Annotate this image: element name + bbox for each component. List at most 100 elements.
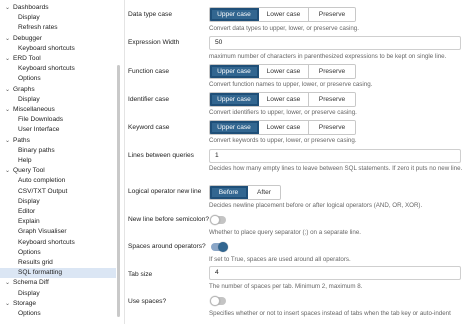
data-type-case-segmented: Upper case Lower case Preserve	[209, 7, 356, 22]
tree-group-debugger[interactable]: ⌄ Debugger	[0, 34, 116, 44]
option-before[interactable]: Before	[210, 186, 248, 199]
tree-item-display[interactable]: Display	[0, 197, 116, 207]
tree-item-options[interactable]: Options	[0, 309, 116, 319]
option-upper-case[interactable]: Upper case	[210, 121, 259, 134]
tree-item-label: Display	[18, 289, 40, 297]
expression-width-label: Expression Width	[128, 39, 180, 46]
tab-size-help: The number of spaces per tab. Minimum 2,…	[209, 283, 363, 290]
option-after[interactable]: After	[248, 186, 280, 199]
option-upper-case[interactable]: Upper case	[210, 65, 259, 78]
tree-item-binary-paths[interactable]: Binary paths	[0, 146, 116, 156]
tree-group-schema-diff[interactable]: ⌄ Schema Diff	[0, 278, 116, 288]
sql-formatting-panel: Data type case Upper case Lower case Prese…	[124, 0, 474, 324]
tree-group-dashboards[interactable]: ⌄ Dashboards	[0, 3, 116, 13]
tree-item-keyboard-shortcuts[interactable]: Keyboard shortcuts	[0, 44, 116, 54]
chevron-down-icon[interactable]: ⌄	[5, 166, 13, 176]
tree-item-label: Help	[18, 157, 32, 164]
tree-item-file-downloads[interactable]: File Downloads	[0, 115, 116, 125]
tree-group-erd-tool[interactable]: ⌄ ERD Tool	[0, 54, 116, 64]
keyword-case-help: Convert keywords to upper, lower, or pre…	[209, 137, 357, 144]
option-upper-case[interactable]: Upper case	[210, 8, 259, 21]
toggle-knob	[210, 296, 220, 306]
chevron-down-icon[interactable]: ⌄	[5, 136, 13, 146]
tree-item-label: Keyboard shortcuts	[18, 238, 75, 246]
spaces-around-operators-help: If set to True, spaces are used around a…	[209, 256, 351, 263]
new-line-before-semicolon-label: New line before semicolon?	[128, 216, 209, 223]
chevron-down-icon[interactable]: ⌄	[5, 85, 13, 95]
tree-item-explain[interactable]: Explain	[0, 217, 116, 227]
tree-item-label: Options	[18, 75, 41, 83]
tree-item-options[interactable]: Options	[0, 74, 116, 84]
tree-item-auto-completion[interactable]: Auto completion	[0, 176, 116, 186]
tree-group-miscellaneous[interactable]: ⌄ Miscellaneous	[0, 105, 116, 115]
data-type-case-label: Data type case	[128, 11, 172, 18]
tree-item-label: Paths	[13, 136, 30, 144]
identifier-case-help: Convert identifiers to upper, lower, or …	[209, 109, 357, 116]
keyword-case-segmented: Upper case Lower case Preserve	[209, 120, 356, 135]
tree-group-paths[interactable]: ⌄ Paths	[0, 136, 116, 146]
new-line-before-semicolon-toggle[interactable]	[210, 215, 226, 225]
option-lower-case[interactable]: Lower case	[259, 93, 309, 106]
chevron-down-icon[interactable]: ⌄	[5, 3, 13, 13]
tree-item-keyboard-shortcuts[interactable]: Keyboard shortcuts	[0, 238, 116, 248]
tree-item-help[interactable]: Help	[0, 156, 116, 166]
tree-item-refresh-rates[interactable]: Refresh rates	[0, 23, 116, 33]
tree-item-label: Graphs	[13, 85, 35, 93]
tree-item-label: Storage	[13, 299, 37, 307]
function-case-segmented: Upper case Lower case Preserve	[209, 64, 356, 79]
chevron-down-icon[interactable]: ⌄	[5, 278, 13, 288]
tree-item-user-interface[interactable]: User Interface	[0, 125, 116, 135]
function-case-label: Function case	[128, 68, 170, 75]
option-upper-case[interactable]: Upper case	[210, 93, 259, 106]
option-lower-case[interactable]: Lower case	[259, 65, 309, 78]
chevron-down-icon[interactable]: ⌄	[5, 54, 13, 64]
data-type-case-help: Convert data types to upper, lower, or p…	[209, 25, 359, 32]
tree-item-results-grid[interactable]: Results grid	[0, 258, 116, 268]
tree-item-editor[interactable]: Editor	[0, 207, 116, 217]
tree-item-label: User Interface	[18, 126, 60, 134]
tree-scrollbar[interactable]	[117, 65, 120, 317]
lines-between-queries-help: Decides how many empty lines to leave be…	[209, 165, 463, 172]
tree-item-keyboard-shortcuts[interactable]: Keyboard shortcuts	[0, 64, 116, 74]
tree-item-csv-txt-output[interactable]: CSV/TXT Output	[0, 187, 116, 197]
lines-between-queries-label: Lines between queries	[128, 152, 194, 159]
lines-between-queries-input[interactable]: 1	[209, 149, 461, 163]
identifier-case-label: Identifier case	[128, 96, 170, 103]
spaces-around-operators-toggle[interactable]	[211, 242, 228, 252]
logical-operator-new-line-help: Decides newline placement before or afte…	[209, 202, 423, 209]
tree-item-display[interactable]: Display	[0, 289, 116, 299]
chevron-down-icon[interactable]: ⌄	[5, 299, 13, 309]
tree-group-graphs[interactable]: ⌄ Graphs	[0, 85, 116, 95]
new-line-before-semicolon-help: Whether to place query separator (;) on …	[209, 229, 362, 236]
expression-width-input[interactable]: 50	[209, 36, 461, 50]
tree-item-label: Graph Visualiser	[18, 228, 67, 236]
toggle-knob	[218, 242, 228, 252]
spaces-around-operators-label: Spaces around operators?	[128, 243, 206, 250]
function-case-help: Convert function names to upper, lower, …	[209, 81, 373, 88]
option-preserve[interactable]: Preserve	[309, 65, 355, 78]
option-preserve[interactable]: Preserve	[309, 8, 355, 21]
chevron-down-icon[interactable]: ⌄	[5, 105, 13, 115]
tree-group-query-tool[interactable]: ⌄ Query Tool	[0, 166, 116, 176]
logical-operator-new-line-label: Logical operator new line	[128, 188, 202, 195]
tree-item-display[interactable]: Display	[0, 13, 116, 23]
toggle-knob	[210, 215, 220, 225]
option-preserve[interactable]: Preserve	[309, 93, 355, 106]
chevron-down-icon[interactable]: ⌄	[5, 34, 13, 44]
option-preserve[interactable]: Preserve	[309, 121, 355, 134]
tree-item-label: Results grid	[18, 259, 53, 266]
tree-item-display[interactable]: Display	[0, 95, 116, 105]
tree-group-storage[interactable]: ⌄ Storage	[0, 299, 116, 309]
tab-size-label: Tab size	[128, 271, 153, 278]
tab-size-input[interactable]: 4	[209, 266, 461, 280]
use-spaces-toggle[interactable]	[210, 296, 226, 306]
tree-item-options[interactable]: Options	[0, 248, 116, 258]
tree-item-sql-formatting[interactable]: SQL formatting	[0, 268, 116, 279]
use-spaces-help: Specifies whether or not to insert space…	[209, 310, 451, 317]
tree-item-label: Keyboard shortcuts	[18, 65, 75, 73]
tree-item-label: Display	[18, 95, 40, 103]
option-lower-case[interactable]: Lower case	[259, 121, 309, 134]
preferences-tree: ⌄ Dashboards Display Refresh rates ⌄ Debugger…	[0, 0, 124, 324]
tree-item-graph-visualiser[interactable]: Graph Visualiser	[0, 227, 116, 237]
option-lower-case[interactable]: Lower case	[259, 8, 309, 21]
